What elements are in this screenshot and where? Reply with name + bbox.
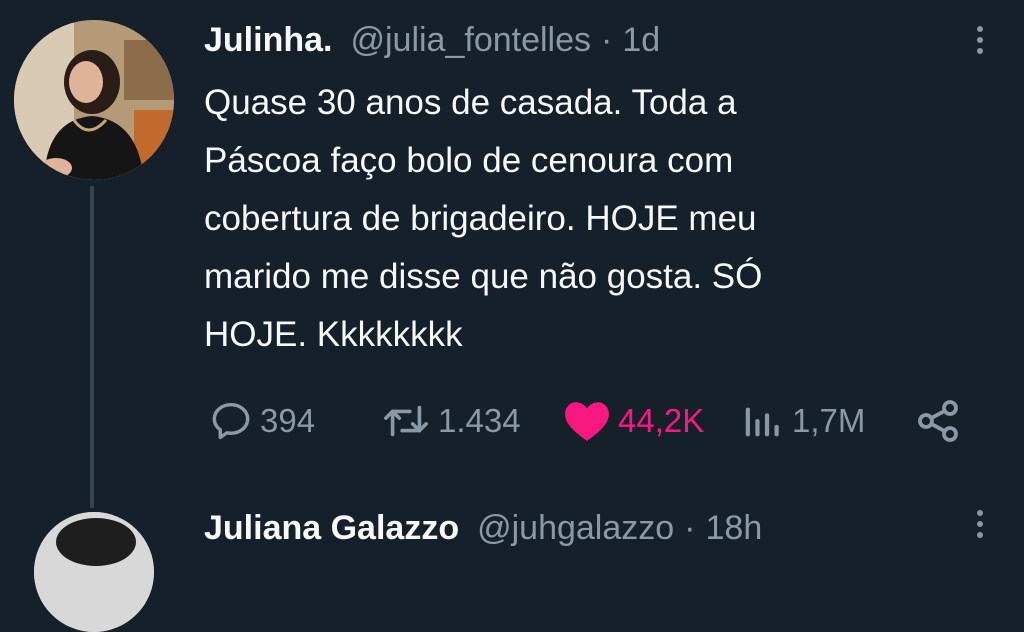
next-tweet-header: Juliana Galazzo @juhgalazzo · 18h <box>204 506 762 550</box>
next-header-separator: · <box>684 509 696 547</box>
reply-button[interactable]: 394 <box>208 396 315 446</box>
tweet-text-line: Quase 30 anos de casada. Toda a <box>204 83 737 122</box>
next-avatar-photo <box>34 512 154 632</box>
tweet-header: Julinha. @julia_fontelles · 1d <box>204 18 660 62</box>
heart-filled-icon <box>562 398 612 444</box>
speech-bubble-icon <box>208 398 254 444</box>
share-button[interactable] <box>914 396 962 446</box>
author-name[interactable]: Julinha. <box>204 18 332 62</box>
author-avatar[interactable] <box>14 20 174 180</box>
thread-connector-line <box>90 186 94 508</box>
retweet-button[interactable]: 1.434 <box>380 396 521 446</box>
next-tweet-timestamp[interactable]: 18h <box>706 506 763 550</box>
tweet-text-line: Páscoa faço bolo de cenoura com <box>204 141 734 180</box>
more-options-icon[interactable] <box>964 18 996 62</box>
avatar-photo <box>14 20 174 180</box>
tweet-text-line: cobertura de brigadeiro. HOJE meu <box>204 199 757 238</box>
tweet-action-bar: 394 1.434 44,2K 1,7M <box>208 396 978 446</box>
next-more-options-icon[interactable] <box>964 510 996 540</box>
reply-count: 394 <box>260 402 316 439</box>
view-count: 1,7M <box>792 402 866 439</box>
like-button[interactable]: 44,2K <box>562 396 704 446</box>
header-separator: · <box>601 21 613 59</box>
share-nodes-icon <box>914 397 962 445</box>
tweet-text-line: HOJE. Kkkkkkkk <box>204 315 463 354</box>
tweet-text-line: marido me disse que não gosta. SÓ <box>204 257 763 296</box>
views-button[interactable]: 1,7M <box>740 396 865 446</box>
like-count: 44,2K <box>618 402 705 439</box>
retweet-count: 1.434 <box>438 402 521 439</box>
next-author-name[interactable]: Juliana Galazzo <box>204 506 459 550</box>
next-author-handle[interactable]: @juhgalazzo <box>477 506 674 550</box>
retweet-arrows-icon <box>380 398 432 444</box>
tweet-text: Quase 30 anos de casada. Toda a Páscoa f… <box>204 74 964 364</box>
bar-chart-icon <box>740 398 786 444</box>
next-author-avatar[interactable] <box>34 512 154 632</box>
author-handle[interactable]: @julia_fontelles <box>350 18 591 62</box>
tweet-timestamp[interactable]: 1d <box>622 18 660 62</box>
